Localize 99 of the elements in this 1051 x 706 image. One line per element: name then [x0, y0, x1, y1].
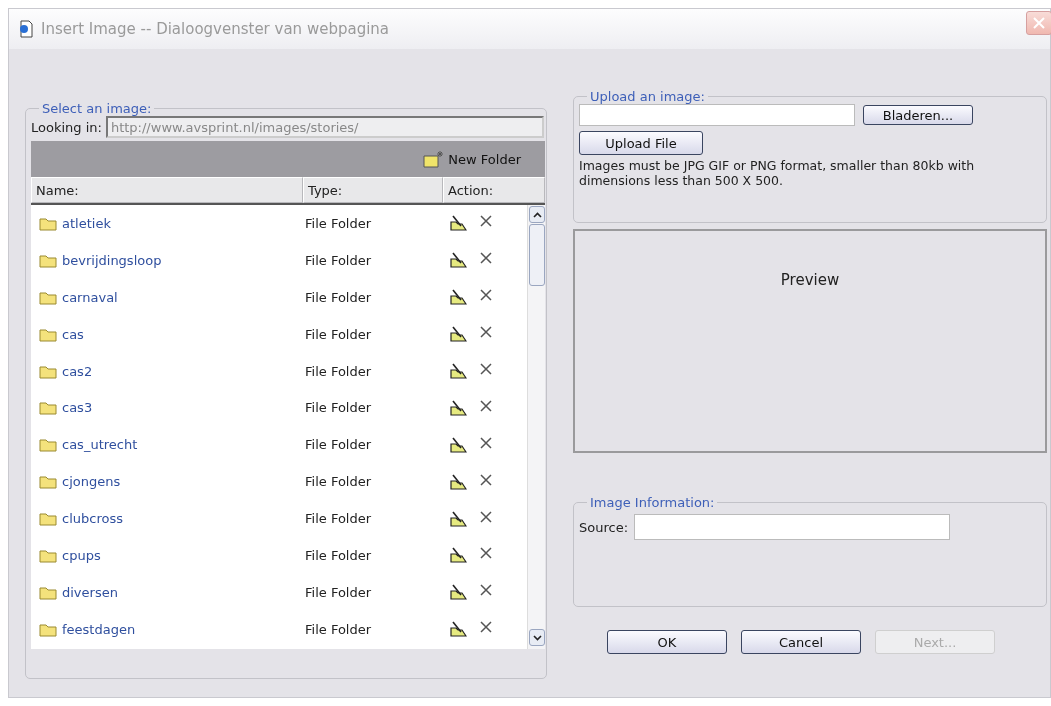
source-field[interactable]: [634, 514, 951, 540]
delete-icon: [479, 362, 493, 376]
dialog-button[interactable]: Cancel: [741, 630, 861, 654]
edit-button[interactable]: [449, 288, 467, 307]
edit-button[interactable]: [449, 325, 467, 344]
hand-pencil-icon: [449, 435, 467, 454]
folder-link[interactable]: atletiek: [31, 215, 303, 231]
column-header[interactable]: Type:: [303, 177, 443, 203]
folder-icon: [39, 474, 57, 490]
column-header[interactable]: Action:: [443, 177, 545, 203]
folder-link[interactable]: diversen: [31, 584, 303, 600]
section-legend: Select an image:: [39, 101, 155, 116]
folder-icon: [39, 511, 57, 527]
folder-link[interactable]: bevrijdingsloop: [31, 252, 303, 268]
new-folder-button[interactable]: New Folder: [423, 150, 521, 168]
hand-pencil-icon: [449, 251, 467, 270]
section-legend: Image Information:: [587, 495, 718, 510]
edit-button[interactable]: [449, 398, 467, 417]
edit-button[interactable]: [449, 472, 467, 491]
hand-pencil-icon: [449, 546, 467, 565]
edit-button[interactable]: [449, 362, 467, 380]
delete-icon: [479, 398, 493, 413]
hand-pencil-icon: [449, 398, 467, 417]
scroll-down-button[interactable]: [529, 629, 545, 646]
edit-button[interactable]: [449, 251, 467, 270]
edit-button[interactable]: [449, 620, 467, 639]
folder-link[interactable]: clubcross: [31, 511, 303, 527]
delete-icon: [479, 620, 493, 635]
edit-button[interactable]: [449, 214, 467, 233]
section-legend: Upload an image:: [587, 89, 708, 104]
caret-down-icon: [532, 634, 542, 641]
format-note: Images must be JPG GIF or PNG format, smaller than 80kb with dimensions less than 500 X 500.: [579, 158, 976, 188]
table-cell-text: File Folder: [304, 363, 373, 379]
file-field[interactable]: [579, 104, 855, 126]
folder-link[interactable]: feestdagen: [31, 621, 303, 637]
folder-icon: [39, 437, 57, 453]
folder-link[interactable]: cas_utrecht: [31, 437, 303, 453]
table-cell-text: File Folder: [304, 621, 373, 637]
edit-button[interactable]: [449, 546, 467, 565]
scrollbar[interactable]: [527, 205, 545, 649]
hand-pencil-icon: [449, 214, 467, 233]
folder-icon: [39, 289, 57, 305]
dialog-button[interactable]: OK: [607, 630, 727, 654]
delete-icon: [479, 214, 493, 229]
delete-icon: [479, 509, 493, 524]
page-icon: [17, 20, 35, 38]
edit-button[interactable]: [449, 509, 467, 528]
folder-icon: [39, 215, 57, 231]
table-cell-text: File Folder: [304, 252, 373, 268]
delete-icon: [479, 288, 493, 303]
table-cell-text: File Folder: [304, 474, 373, 490]
folder-icon: [39, 584, 57, 600]
field-label: Looking in:: [31, 119, 102, 135]
new-folder-icon: [423, 150, 446, 168]
hand-pencil-icon: [449, 472, 467, 491]
hand-pencil-icon: [449, 362, 467, 380]
hand-pencil-icon: [449, 583, 467, 602]
folder-icon: [39, 252, 57, 268]
hand-pencil-icon: [449, 288, 467, 307]
folder-link[interactable]: cpups: [31, 547, 303, 563]
window-title: Insert Image -- Dialoogvenster van webpagina: [41, 20, 390, 38]
browse-button[interactable]: Bladeren...: [863, 105, 973, 125]
table-cell-text: File Folder: [304, 215, 373, 231]
folder-icon: [39, 400, 57, 416]
folder-icon: [39, 363, 57, 379]
folder-link[interactable]: cjongens: [31, 474, 303, 490]
folder-icon: [39, 621, 57, 637]
folder-link[interactable]: cas: [31, 326, 303, 342]
field-label: Source:: [579, 519, 629, 535]
hand-pencil-icon: [449, 325, 467, 344]
hand-pencil-icon: [449, 509, 467, 528]
delete-icon: [479, 325, 493, 340]
close-icon: [1033, 17, 1045, 29]
table-cell-text: File Folder: [304, 326, 373, 342]
table-cell-text: File Folder: [304, 400, 373, 416]
upload-button[interactable]: Upload File: [579, 131, 703, 155]
table-cell-text: File Folder: [304, 584, 373, 600]
hand-pencil-icon: [449, 620, 467, 639]
scroll-up-button[interactable]: [529, 206, 545, 223]
edit-button[interactable]: [449, 435, 467, 454]
caret-up-icon: [532, 211, 542, 218]
delete-icon: [479, 583, 493, 598]
folder-link[interactable]: cas3: [31, 400, 303, 416]
delete-icon: [479, 546, 493, 561]
table-cell-text: File Folder: [304, 437, 373, 453]
delete-icon: [479, 251, 493, 266]
edit-button[interactable]: [449, 583, 467, 602]
table-cell-text: File Folder: [304, 511, 373, 527]
scroll-thumb[interactable]: [529, 224, 545, 286]
folder-link[interactable]: carnaval: [31, 289, 303, 305]
table-cell-text: File Folder: [304, 547, 373, 563]
delete-icon: [479, 435, 493, 450]
delete-icon: [479, 472, 493, 487]
folder-link[interactable]: cas2: [31, 363, 303, 379]
table-cell-text: File Folder: [304, 289, 373, 305]
column-header[interactable]: Name:: [31, 177, 303, 203]
preview-label: Preview: [780, 271, 840, 291]
folder-icon: [39, 547, 57, 563]
folder-icon: [39, 326, 57, 342]
